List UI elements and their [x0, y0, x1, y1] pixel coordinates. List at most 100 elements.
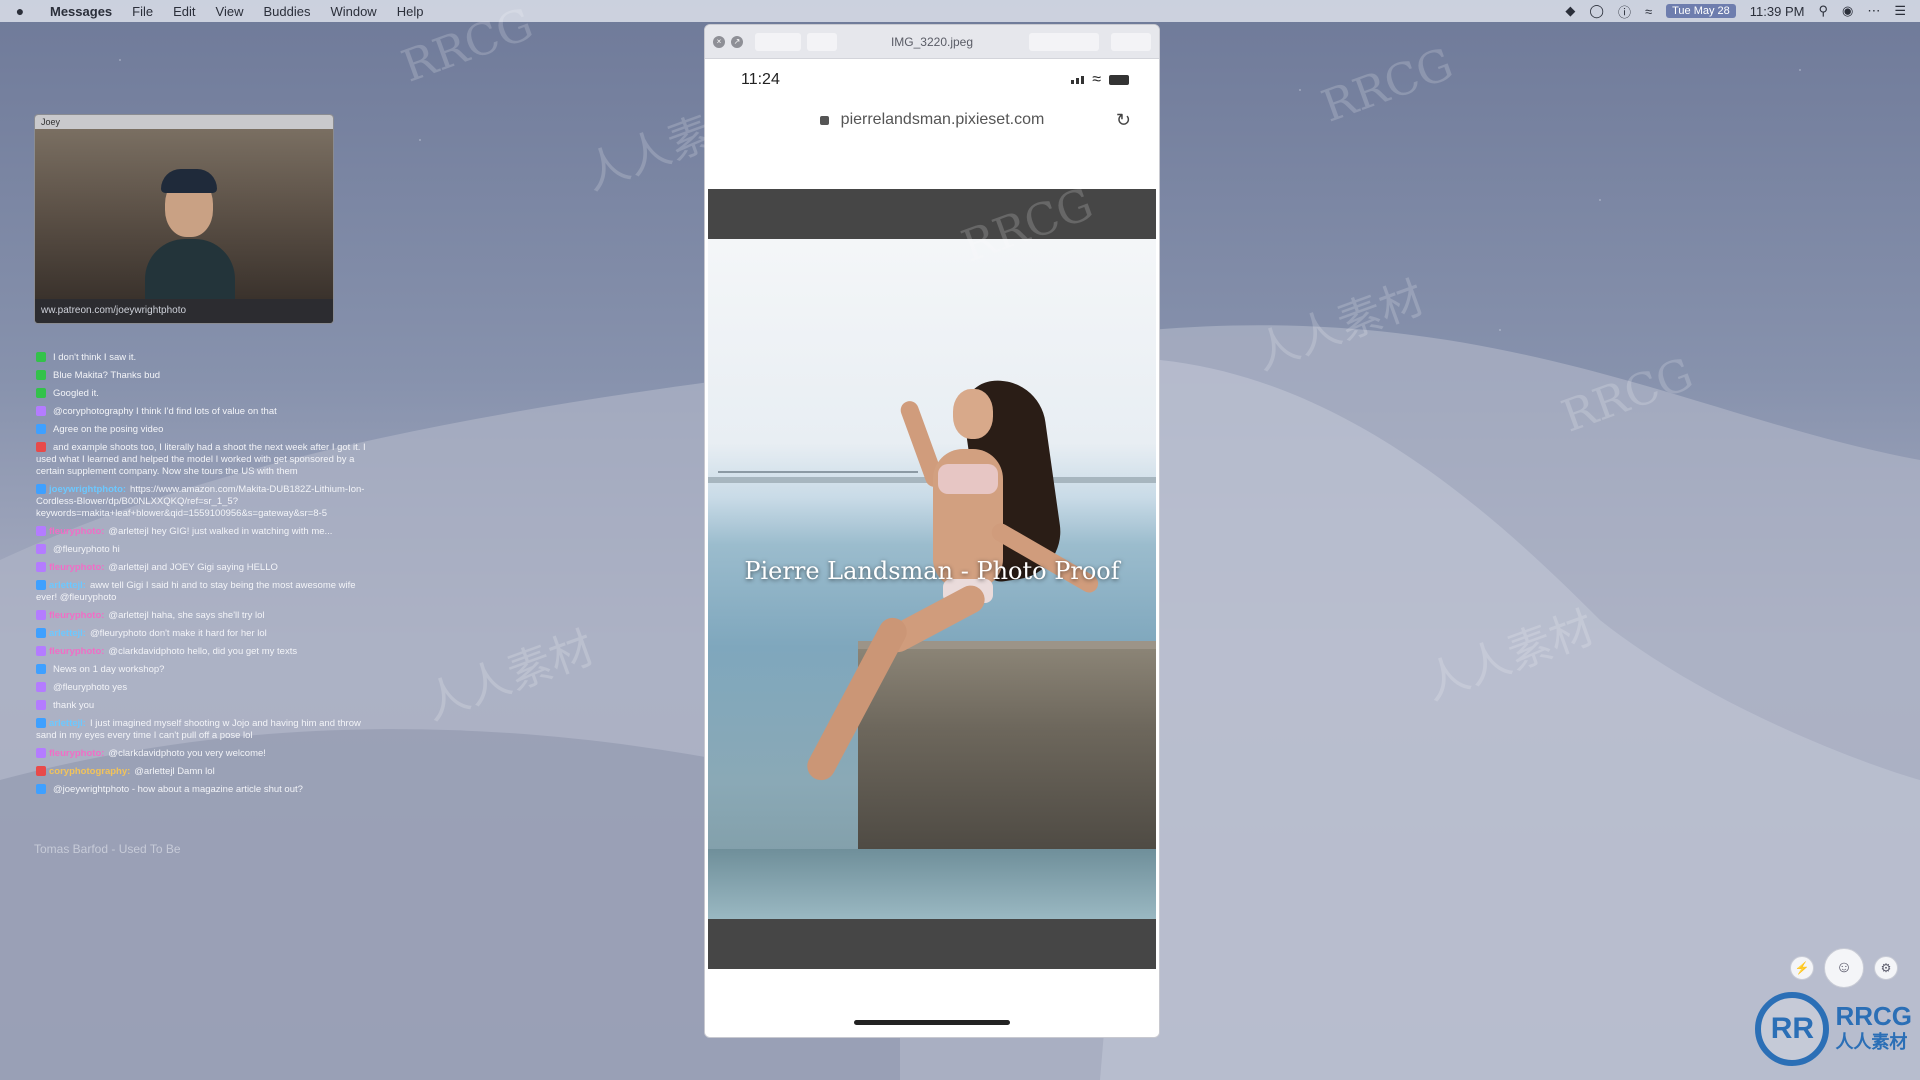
markup-button[interactable] [1111, 32, 1151, 51]
user-avatar-icon[interactable]: ☺ [1824, 948, 1864, 988]
notification-center-icon[interactable]: ☰ [1894, 3, 1906, 19]
chat-text: I don't think I saw it. [53, 352, 137, 363]
menu-window[interactable]: Window [320, 4, 386, 19]
reload-icon: ↻ [1115, 109, 1131, 130]
water-reflection [708, 849, 1156, 919]
home-indicator [854, 1020, 1010, 1025]
chat-badge-icon [36, 370, 46, 381]
chat-badge-icon [36, 526, 46, 537]
chat-username[interactable]: fleuryphoto: [49, 562, 104, 573]
chat-message: fleuryphoto: @arlettejl and JOEY Gigi say… [36, 562, 366, 574]
chat-message: arlettejl: I just imagined myself shootin… [36, 718, 366, 742]
chat-message: @fleuryphoto yes [36, 682, 366, 694]
video-window-footer: ww.patreon.com/joeywrightphoto [35, 299, 333, 323]
chat-message: fleuryphoto: @arlettejl hey GIG! just wal… [36, 526, 366, 538]
chat-message: @fleuryphoto hi [36, 544, 366, 556]
streamer-avatar [145, 169, 235, 309]
chat-badge-icon [36, 784, 46, 795]
chat-badge-icon [36, 682, 46, 693]
letterbox-top [708, 189, 1156, 239]
chat-message: I don't think I saw it. [36, 352, 366, 364]
proof-photo: Pierre Landsman - Photo Proof [708, 239, 1156, 919]
rrcg-logo-sub: 人人素材 [1835, 1032, 1908, 1052]
chat-badge-icon [36, 610, 46, 621]
chat-message: News on 1 day workshop? [36, 664, 366, 676]
dropbox-icon[interactable]: ◆ [1565, 3, 1575, 19]
model-figure [802, 374, 1103, 799]
chat-message: @coryphotography I think I'd find lots o… [36, 406, 366, 418]
chat-badge-icon [36, 544, 46, 555]
close-icon[interactable]: × [713, 35, 725, 48]
menu-view[interactable]: View [206, 4, 254, 19]
menu-app-name[interactable]: Messages [40, 4, 122, 19]
chat-text: @coryphotography I think I'd find lots o… [53, 406, 277, 417]
chat-username[interactable]: coryphotography: [49, 766, 130, 777]
menu-extras-icon[interactable]: ⋯ [1867, 3, 1880, 19]
bolt-icon[interactable]: ⚡ [1790, 956, 1814, 980]
chat-badge-icon [36, 748, 46, 759]
menubar-status-area: ◆ ◯ ⓘ ≈ Tue May 28 11:39 PM ⚲ ◉ ⋯ ☰ [1565, 2, 1920, 21]
sidebar-button[interactable] [755, 32, 801, 51]
settings-icon[interactable]: ⚙ [1874, 956, 1898, 980]
lock-icon [819, 115, 829, 125]
clock[interactable]: 11:39 PM [1750, 4, 1805, 19]
search-icon[interactable]: ⚲ [1818, 3, 1828, 19]
chat-username[interactable]: fleuryphoto: [49, 526, 104, 537]
chat-badge-icon [36, 562, 46, 573]
chat-overlay: I don't think I saw it. Blue Makita? Than… [36, 352, 366, 802]
chat-text: @arlettejl Damn lol [134, 766, 215, 777]
chat-text: Blue Makita? Thanks bud [53, 370, 161, 381]
phone-status-bar: 11:24 ≈ [705, 59, 1159, 101]
chat-text: @fleuryphoto hi [53, 544, 120, 555]
chat-username[interactable]: arlettejl: [49, 580, 86, 591]
info-icon[interactable]: ⓘ [1618, 2, 1631, 21]
chat-text: @clarkdavidphoto you very welcome! [108, 748, 266, 759]
chat-badge-icon [36, 700, 46, 711]
phone-screenshot: 11:24 ≈ pierrelandsman.pixieset.com ↻ Pi… [705, 59, 1159, 1037]
chat-username[interactable]: joeywrightphoto: [49, 484, 126, 495]
menu-edit[interactable]: Edit [163, 4, 205, 19]
now-playing-text: Tomas Barfod - Used To Be [34, 842, 181, 856]
chat-username[interactable]: fleuryphoto: [49, 646, 104, 657]
chat-message: Googled it. [36, 388, 366, 400]
chat-text: Agree on the posing video [53, 424, 164, 435]
chat-message: fleuryphoto: @clarkdavidphoto you very we… [36, 748, 366, 760]
video-call-window[interactable]: Joey ww.patreon.com/joeywrightphoto [34, 114, 334, 324]
chat-message: Blue Makita? Thanks bud [36, 370, 366, 382]
shield-icon[interactable]: ◯ [1589, 3, 1604, 19]
rrcg-logo-name: RRCG [1835, 1001, 1912, 1031]
chat-message: joeywrightphoto: https://www.amazon.com/M… [36, 484, 366, 520]
image-viewer-window[interactable]: × ↗ IMG_3220.jpeg 11:24 ≈ pierrelandsman… [704, 24, 1160, 1038]
menu-buddies[interactable]: Buddies [253, 4, 320, 19]
chat-badge-icon [36, 628, 46, 639]
chat-username[interactable]: arlettejl: [49, 628, 86, 639]
viewer-toolbar: × ↗ IMG_3220.jpeg [705, 25, 1159, 59]
menu-help[interactable]: Help [387, 4, 434, 19]
chat-badge-icon [36, 766, 46, 777]
photo-frame: Pierre Landsman - Photo Proof [708, 189, 1156, 969]
wifi-icon[interactable]: ≈ [1645, 4, 1652, 19]
chat-message: fleuryphoto: @arlettejl haha, she says sh… [36, 610, 366, 622]
chat-badge-icon [36, 424, 46, 435]
chat-badge-icon [36, 580, 46, 591]
chat-text: Googled it. [53, 388, 99, 399]
battery-icon [1109, 75, 1129, 85]
menu-bar: ● Messages File Edit View Buddies Window… [0, 0, 1920, 22]
chat-username[interactable]: fleuryphoto: [49, 610, 104, 621]
menu-file[interactable]: File [122, 4, 163, 19]
floating-widgets: ⚡ ☺ ⚙ [1790, 948, 1898, 988]
fullscreen-icon[interactable]: ↗ [731, 35, 743, 48]
date-badge[interactable]: Tue May 28 [1666, 4, 1736, 18]
chat-badge-icon [36, 388, 46, 399]
chat-username[interactable]: arlettejl: [49, 718, 86, 729]
chat-text: @arlettejl haha, she says she'll try lol [108, 610, 265, 621]
zoom-button[interactable] [807, 32, 837, 51]
siri-icon[interactable]: ◉ [1842, 3, 1853, 19]
photo-overlay-title: Pierre Landsman - Photo Proof [744, 557, 1120, 585]
phone-time: 11:24 [741, 71, 780, 88]
apple-menu-icon[interactable]: ● [0, 3, 40, 19]
share-button[interactable] [1029, 32, 1099, 51]
chat-username[interactable]: fleuryphoto: [49, 748, 104, 759]
rrcg-logo: RR RRCG 人人素材 [1755, 992, 1912, 1066]
chat-badge-icon [36, 442, 46, 453]
